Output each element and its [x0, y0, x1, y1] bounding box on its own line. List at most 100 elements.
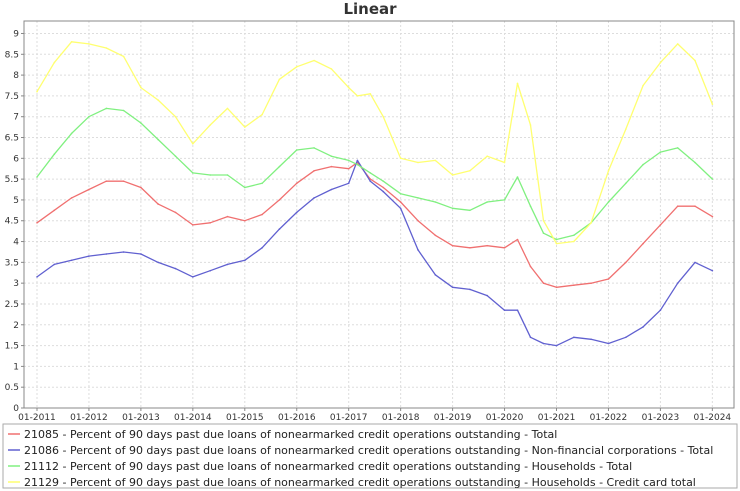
data-point: [542, 282, 545, 285]
x-tick-label: 01-2011: [18, 413, 56, 423]
y-tick-label: 3.5: [5, 258, 19, 268]
data-point: [122, 180, 125, 182]
data-point: [434, 234, 437, 237]
data-point: [399, 201, 402, 203]
data-point: [607, 278, 610, 280]
data-point: [711, 178, 714, 180]
data-point: [122, 55, 125, 58]
data-point: [157, 261, 159, 264]
y-tick-label: 2.5: [5, 300, 19, 310]
data-point: [642, 163, 644, 166]
data-point: [573, 240, 575, 243]
x-tick-label: 01-2024: [694, 413, 732, 423]
data-point: [278, 199, 281, 201]
data-point: [486, 201, 489, 203]
y-tick-label: 6: [13, 154, 19, 164]
data-point: [516, 82, 519, 85]
data-point: [573, 336, 575, 339]
data-point: [174, 115, 177, 118]
data-point: [625, 261, 627, 264]
y-tick-label: 4.5: [5, 217, 19, 227]
data-point: [486, 294, 489, 297]
data-point: [555, 238, 558, 241]
data-point: [503, 199, 506, 201]
data-point: [140, 253, 142, 255]
data-point: [347, 159, 350, 162]
data-point: [36, 176, 38, 178]
data-point: [226, 174, 229, 176]
y-tick-label: 9: [13, 29, 19, 39]
data-point: [192, 224, 194, 226]
chart-svg: Linear 00.511.522.533.544.555.566.577.58…: [0, 0, 740, 491]
data-point: [555, 242, 558, 245]
data-point: [529, 336, 532, 339]
data-point: [642, 242, 644, 245]
y-tick-label: 2: [13, 321, 19, 331]
data-point: [209, 269, 211, 272]
data-point: [278, 78, 281, 81]
data-point: [70, 132, 73, 135]
y-tick-label: 0.5: [5, 383, 19, 393]
data-point: [140, 86, 142, 89]
data-point: [451, 207, 454, 210]
data-point: [261, 182, 263, 185]
y-tick-label: 3: [13, 279, 19, 289]
data-point: [174, 155, 177, 157]
data-point: [451, 286, 454, 289]
data-point: [516, 238, 519, 241]
chart-background: [0, 0, 740, 491]
data-point: [105, 253, 108, 255]
data-point: [469, 247, 471, 249]
data-point: [53, 209, 56, 212]
data-point: [469, 170, 471, 172]
data-point: [244, 259, 246, 262]
data-point: [469, 288, 471, 291]
data-point: [36, 90, 38, 93]
data-point: [261, 113, 263, 116]
data-point: [88, 188, 90, 191]
data-point: [261, 247, 263, 249]
x-tick-label: 01-2015: [226, 413, 264, 423]
data-point: [555, 344, 558, 347]
data-point: [399, 192, 402, 195]
data-point: [676, 205, 679, 207]
data-point: [174, 211, 177, 214]
data-point: [676, 282, 679, 285]
data-point: [157, 99, 159, 101]
data-point: [330, 188, 333, 191]
data-point: [382, 115, 385, 118]
data-point: [313, 147, 315, 149]
x-tick-label: 01-2019: [434, 413, 472, 423]
y-tick-label: 5.5: [5, 175, 19, 185]
data-point: [694, 205, 696, 207]
data-point: [369, 93, 372, 95]
data-point: [590, 222, 592, 224]
data-point: [573, 234, 575, 237]
data-point: [542, 219, 545, 222]
data-point: [369, 172, 372, 174]
data-point: [711, 269, 714, 272]
chart-title: Linear: [343, 0, 397, 18]
y-tick-label: 7.5: [5, 92, 19, 102]
data-point: [434, 201, 437, 203]
data-point: [625, 182, 627, 185]
data-point: [659, 309, 662, 312]
data-point: [555, 286, 558, 289]
data-point: [399, 207, 402, 210]
x-tick-label: 01-2021: [538, 413, 576, 423]
data-point: [140, 186, 142, 189]
data-point: [244, 219, 246, 222]
data-point: [209, 222, 211, 224]
y-tick-label: 8.5: [5, 50, 19, 60]
data-point: [451, 244, 454, 247]
data-point: [295, 211, 298, 214]
data-point: [140, 122, 142, 124]
data-point: [278, 228, 281, 230]
y-tick-label: 5: [13, 196, 19, 206]
data-point: [529, 124, 532, 126]
data-point: [356, 159, 359, 162]
x-tick-label: 01-2012: [70, 413, 108, 423]
data-point: [625, 128, 627, 130]
x-tick-label: 01-2020: [486, 413, 524, 423]
data-point: [486, 155, 489, 157]
